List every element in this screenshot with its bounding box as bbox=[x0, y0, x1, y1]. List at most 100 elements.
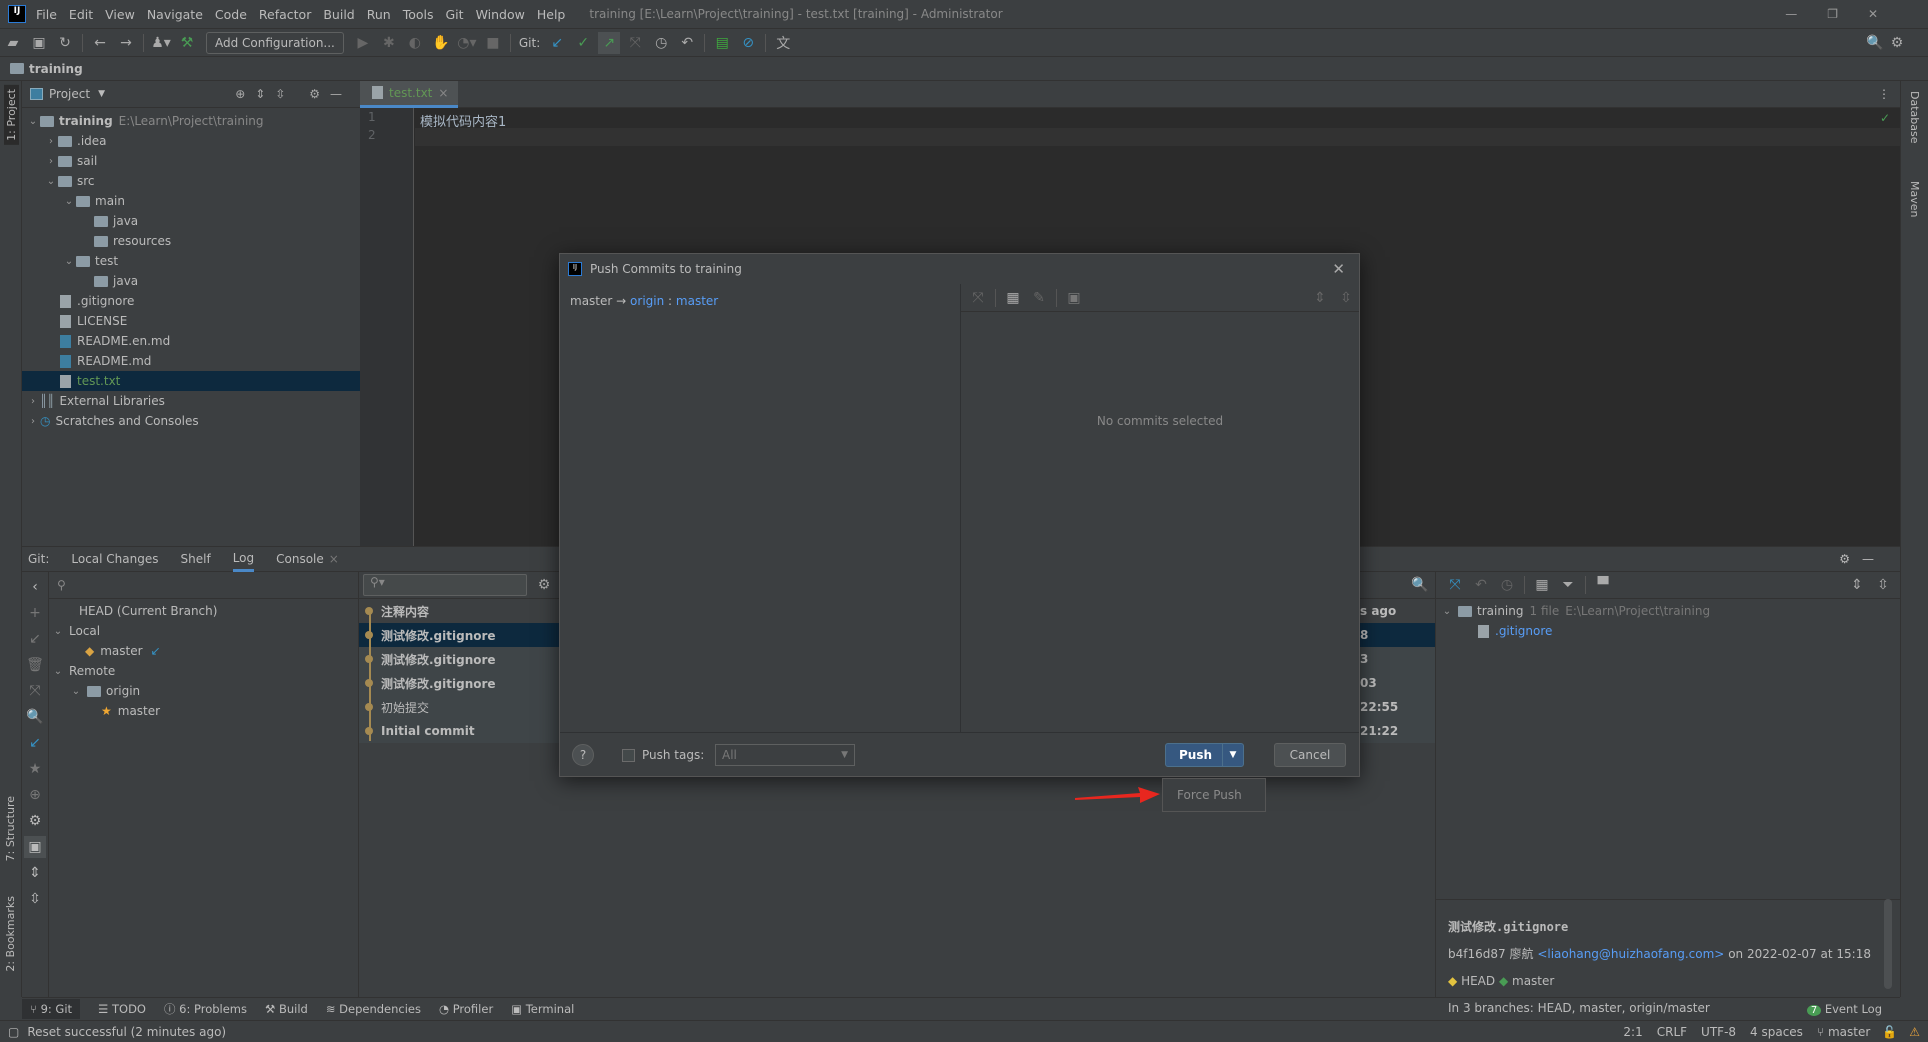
log-search-input[interactable]: ⚲▾ bbox=[363, 574, 527, 596]
settings-icon[interactable]: ⚙ bbox=[533, 574, 555, 596]
menu-file[interactable]: File bbox=[36, 7, 57, 22]
fetch-icon[interactable]: ↙ bbox=[24, 732, 46, 754]
git-merge-icon[interactable]: ⤧ bbox=[624, 32, 646, 54]
sync-icon[interactable]: ↻ bbox=[54, 32, 76, 54]
chevron-right-icon[interactable]: › bbox=[26, 396, 40, 407]
target-branch-link[interactable]: master bbox=[676, 294, 718, 308]
branch-head[interactable]: HEAD (Current Branch) bbox=[49, 601, 358, 621]
editor-tab-test-txt[interactable]: test.txt × bbox=[360, 80, 459, 108]
push-tags-checkbox[interactable] bbox=[622, 748, 635, 762]
toolwindow-profiler[interactable]: ◔ Profiler bbox=[439, 1002, 493, 1016]
history-icon[interactable]: ◷ bbox=[1496, 574, 1518, 596]
update-icon[interactable]: ↙ bbox=[24, 628, 46, 650]
layout-icon[interactable]: ▣ bbox=[1063, 287, 1085, 309]
project-panel-actions[interactable]: ⊕⇕⇳ ⚙— bbox=[235, 87, 352, 101]
group-by-icon[interactable]: ▦ bbox=[1002, 287, 1024, 309]
push-button[interactable]: Push ▼ bbox=[1165, 743, 1244, 767]
menu-help[interactable]: Help bbox=[537, 7, 566, 22]
locate-icon[interactable]: ⊕ bbox=[24, 784, 46, 806]
star-icon[interactable]: ★ bbox=[24, 758, 46, 780]
debug-icon[interactable]: ✱ bbox=[378, 32, 400, 54]
push-spec[interactable]: master → origin : master bbox=[560, 284, 960, 318]
git-branch-widget[interactable]: ⑂ master bbox=[1817, 1025, 1870, 1039]
commit-email-link[interactable]: <liaohang@huizhaofang.com> bbox=[1537, 941, 1724, 968]
collapse-left-icon[interactable]: ‹ bbox=[24, 576, 46, 598]
cherry-pick-icon[interactable]: ⤧ bbox=[967, 287, 989, 309]
back-icon[interactable]: ← bbox=[89, 32, 111, 54]
file-encoding[interactable]: UTF-8 bbox=[1701, 1025, 1736, 1039]
chevron-down-icon[interactable]: ⌄ bbox=[69, 686, 83, 697]
chevron-down-icon[interactable]: ⌄ bbox=[1440, 606, 1454, 617]
menu-refactor[interactable]: Refactor bbox=[259, 7, 311, 22]
collapse-all-icon[interactable]: ⇳ bbox=[1335, 287, 1357, 309]
tab-console[interactable]: Console × bbox=[276, 547, 339, 572]
project-view-selector[interactable]: Project bbox=[49, 87, 90, 101]
run-icon[interactable]: ▶ bbox=[352, 32, 374, 54]
menu-build[interactable]: Build bbox=[323, 7, 354, 22]
tab-local-changes[interactable]: Local Changes bbox=[71, 547, 158, 572]
chevron-right-icon[interactable]: › bbox=[44, 156, 58, 167]
git-commit-icon[interactable]: ✓ bbox=[572, 32, 594, 54]
tool-window-actions[interactable]: ⚙— bbox=[1839, 552, 1886, 566]
tree-root[interactable]: ⌄ training E:\Learn\Project\training bbox=[22, 111, 360, 131]
menu-window[interactable]: Window bbox=[476, 7, 525, 22]
expand-all-icon[interactable]: ⇕ bbox=[24, 862, 46, 884]
cancel-button[interactable]: Cancel bbox=[1274, 743, 1346, 767]
chevron-down-icon[interactable]: ▼ bbox=[98, 89, 105, 99]
disable-icon[interactable]: ⊘ bbox=[737, 32, 759, 54]
event-log-button[interactable]: 7 Event Log bbox=[1806, 1002, 1882, 1016]
expand-all-icon[interactable]: ⇕ bbox=[1846, 574, 1868, 596]
tree-item[interactable]: LICENSE bbox=[22, 311, 360, 331]
settings-icon[interactable]: ⚙ bbox=[24, 810, 46, 832]
tree-item[interactable]: README.md bbox=[22, 351, 360, 371]
branch-local-master[interactable]: ◆ master ↙ bbox=[49, 641, 358, 661]
menu-edit[interactable]: Edit bbox=[69, 7, 93, 22]
tree-scratches[interactable]: › ◷ Scratches and Consoles bbox=[22, 411, 360, 431]
branch-remote-group[interactable]: ⌄ Remote bbox=[49, 661, 358, 681]
revert-icon[interactable]: ↶ bbox=[1470, 574, 1492, 596]
settings-icon[interactable]: ⚙ bbox=[1886, 32, 1908, 54]
tab-log[interactable]: Log bbox=[232, 547, 255, 572]
push-tags-option[interactable]: Push tags: bbox=[622, 744, 704, 766]
menu-code[interactable]: Code bbox=[215, 7, 247, 22]
indent-setting[interactable]: 4 spaces bbox=[1750, 1025, 1803, 1039]
tree-item[interactable]: .gitignore bbox=[22, 291, 360, 311]
details-scrollbar[interactable] bbox=[1884, 899, 1892, 989]
tree-item[interactable]: › .idea bbox=[22, 131, 360, 151]
branch-local-group[interactable]: ⌄ Local bbox=[49, 621, 358, 641]
status-message[interactable]: Reset successful (2 minutes ago) bbox=[27, 1025, 226, 1039]
notification-icon[interactable]: ⚠ bbox=[1909, 1025, 1920, 1039]
tree-item[interactable]: › sail bbox=[22, 151, 360, 171]
branch-origin[interactable]: ⌄ origin bbox=[49, 681, 358, 701]
history-icon[interactable]: ◷ bbox=[650, 32, 672, 54]
edit-icon[interactable]: ✎ bbox=[1028, 287, 1050, 309]
caret-position[interactable]: 2:1 bbox=[1623, 1025, 1642, 1039]
forward-icon[interactable]: → bbox=[115, 32, 137, 54]
tree-external-libraries[interactable]: › ║║ External Libraries bbox=[22, 391, 360, 411]
profile-icon[interactable]: ✋ bbox=[430, 32, 452, 54]
close-icon[interactable]: × bbox=[438, 86, 448, 100]
chevron-down-icon[interactable]: ⌄ bbox=[62, 256, 76, 267]
layout-icon[interactable]: ▀ bbox=[1592, 574, 1614, 596]
search-icon[interactable]: 🔍 bbox=[24, 706, 46, 728]
code-text[interactable]: 模拟代码内容1 bbox=[420, 111, 506, 130]
maven-tool-button[interactable]: Maven bbox=[1908, 181, 1921, 217]
chevron-down-icon[interactable]: ⌄ bbox=[26, 116, 40, 127]
chevron-down-icon[interactable]: ⌄ bbox=[51, 626, 65, 637]
force-push-menu-item[interactable]: Force Push bbox=[1162, 778, 1266, 812]
translate-icon[interactable]: 文 bbox=[772, 32, 794, 54]
add-configuration-button[interactable]: Add Configuration... bbox=[206, 31, 344, 54]
tree-item[interactable]: java bbox=[22, 271, 360, 291]
merge-icon[interactable]: ⤧ bbox=[24, 680, 46, 702]
chevron-down-icon[interactable]: ⌄ bbox=[44, 176, 58, 187]
changed-file[interactable]: .gitignore bbox=[1436, 621, 1900, 641]
breadcrumb-project[interactable]: training bbox=[29, 62, 83, 76]
collapse-all-icon[interactable]: ⇳ bbox=[1872, 574, 1894, 596]
group-icon[interactable]: ▣ bbox=[24, 836, 46, 858]
tree-item[interactable]: README.en.md bbox=[22, 331, 360, 351]
remote-link[interactable]: origin bbox=[630, 294, 664, 308]
toolwindow-problems[interactable]: ⓘ 6: Problems bbox=[164, 1001, 247, 1017]
chevron-right-icon[interactable]: › bbox=[44, 136, 58, 147]
toolwindow-build[interactable]: ⚒ Build bbox=[265, 1002, 308, 1016]
menu-git[interactable]: Git bbox=[446, 7, 464, 22]
